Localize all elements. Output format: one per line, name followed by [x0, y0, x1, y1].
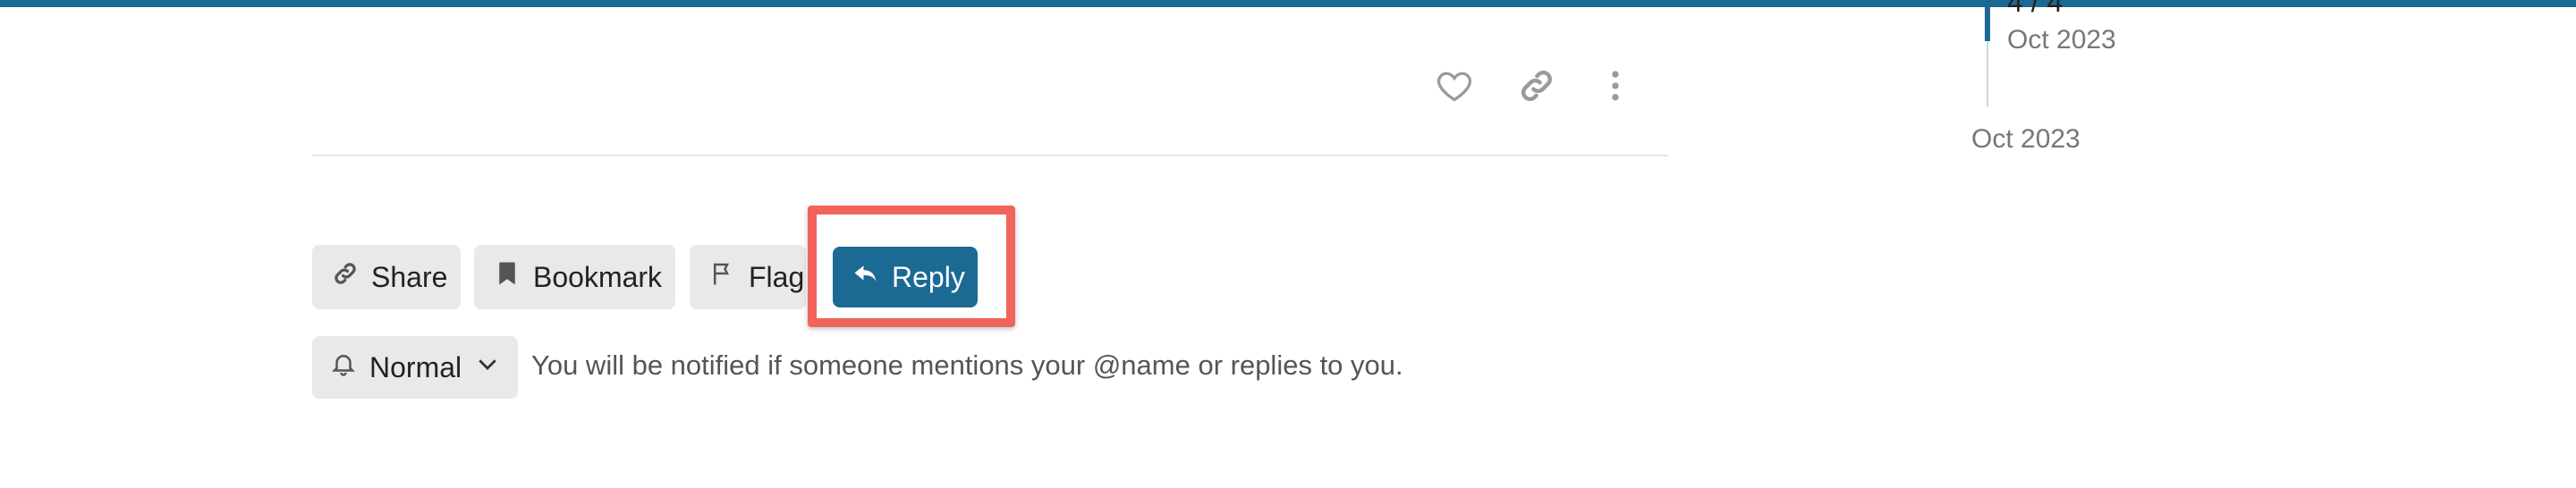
post-divider	[312, 155, 1668, 156]
notification-level-label: Normal	[369, 350, 462, 383]
post-controls	[1431, 55, 1646, 118]
link-icon[interactable]	[1513, 63, 1560, 109]
timeline-scroller-handle[interactable]	[1985, 0, 1990, 41]
topic-progress-bar	[0, 0, 2576, 7]
more-vertical-icon[interactable]	[1592, 63, 1639, 109]
bookmark-icon	[494, 260, 521, 294]
bookmark-button[interactable]: Bookmark	[474, 245, 675, 309]
flag-button[interactable]: Flag	[690, 245, 806, 309]
chevron-down-icon	[474, 350, 501, 384]
heart-icon[interactable]	[1431, 63, 1478, 109]
bell-icon	[330, 350, 357, 384]
bookmark-label: Bookmark	[533, 260, 663, 293]
notification-description: You will be notified if someone mentions…	[531, 349, 1403, 381]
timeline-current-date: Oct 2023	[2007, 25, 2116, 55]
timeline-track	[1987, 41, 1988, 107]
link-icon	[332, 260, 359, 294]
notification-level-dropdown[interactable]: Normal	[312, 336, 518, 399]
timeline-post-count: 4 / 4	[2007, 0, 2063, 18]
flag-icon	[709, 260, 736, 294]
share-button[interactable]: Share	[312, 245, 461, 309]
timeline-end-date[interactable]: Oct 2023	[1971, 124, 2080, 155]
share-label: Share	[371, 260, 448, 293]
flag-label: Flag	[749, 260, 805, 293]
highlight-box	[808, 206, 1015, 327]
